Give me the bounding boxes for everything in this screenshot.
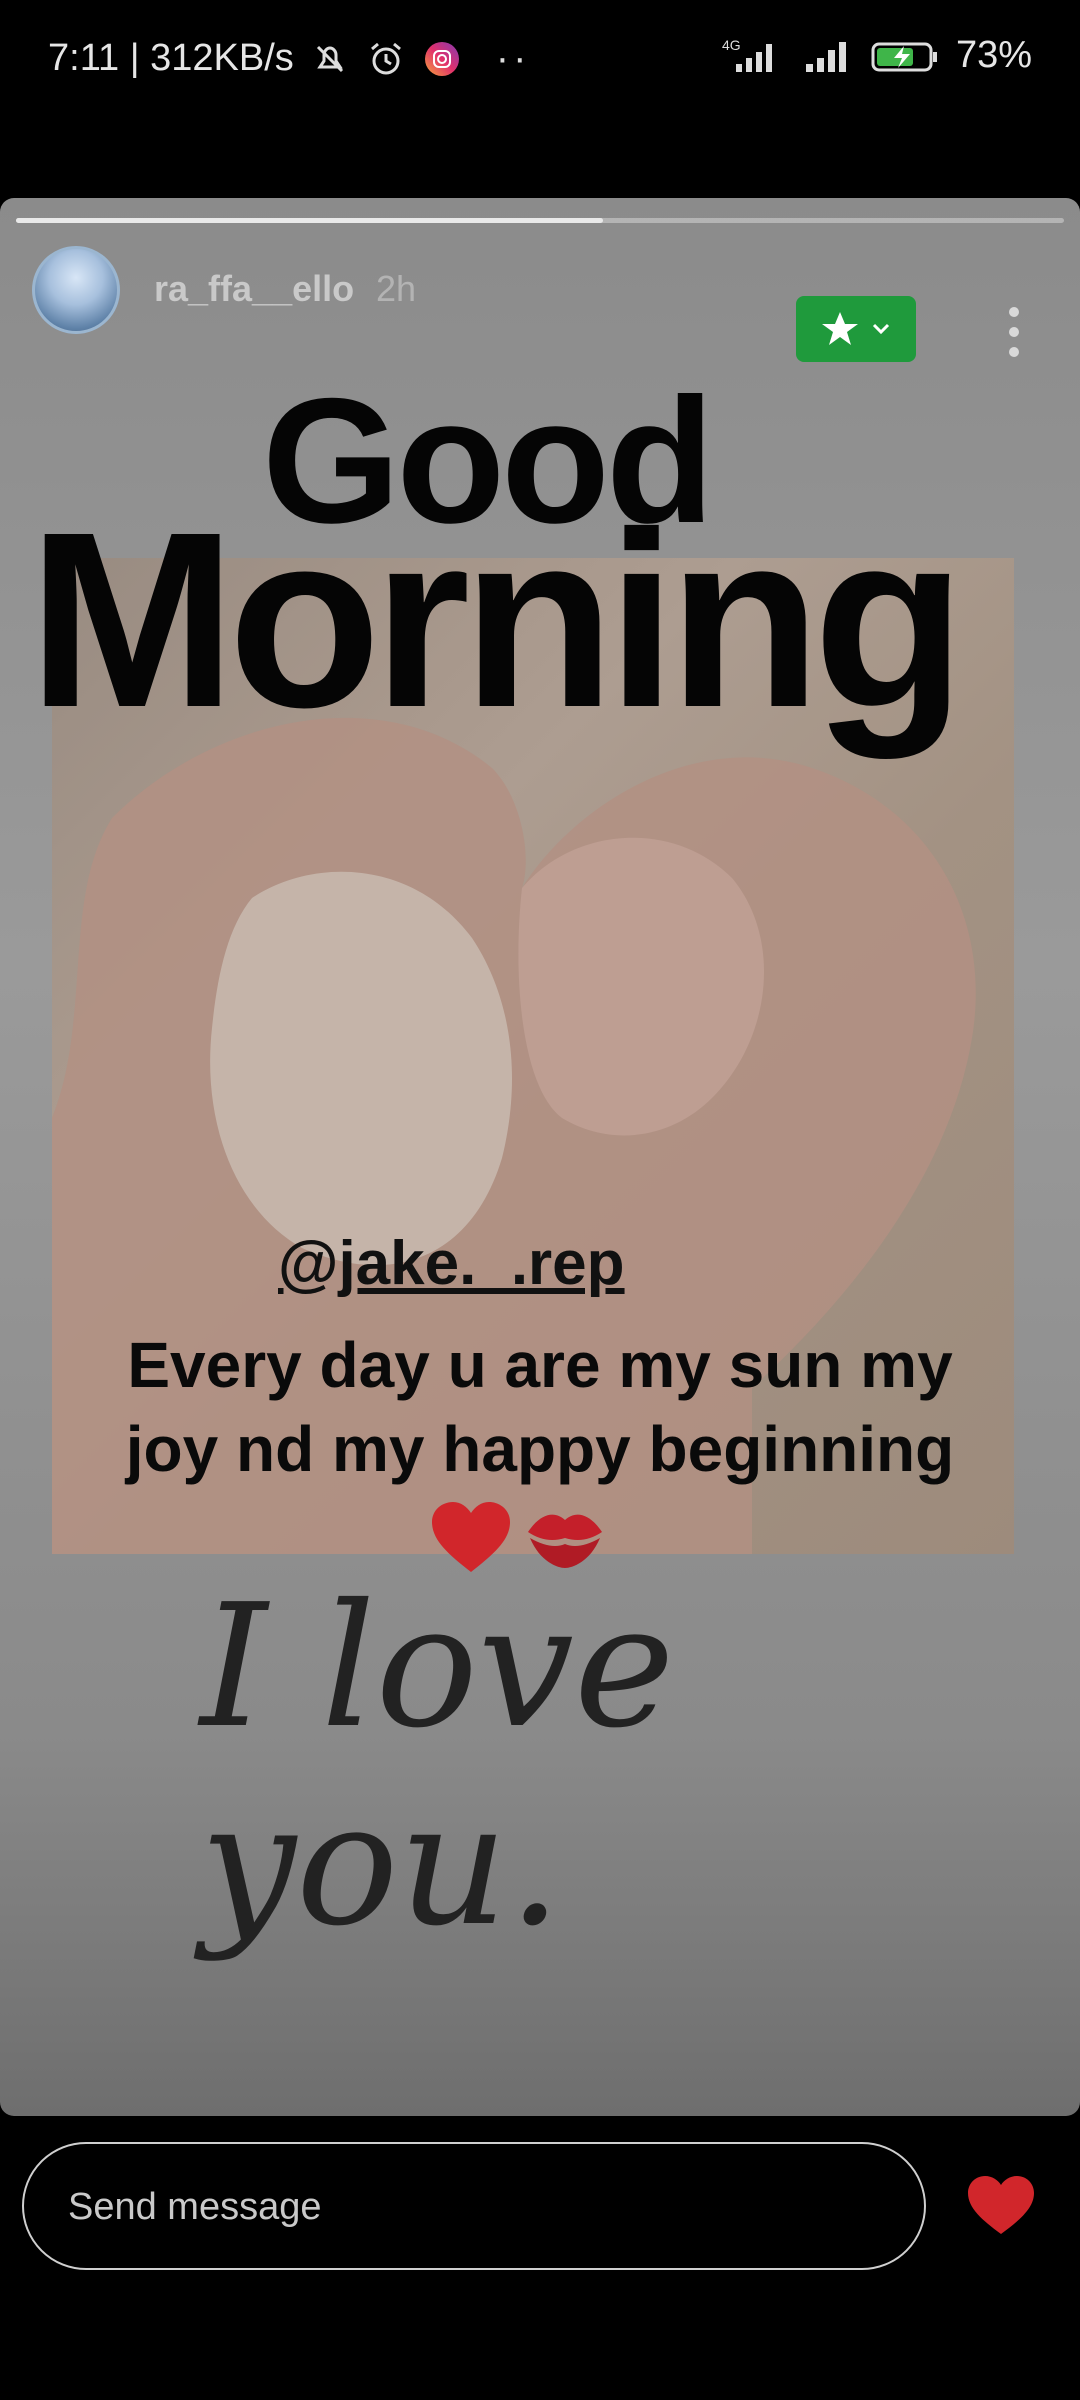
network-label: 4G: [722, 37, 741, 53]
red-heart-emoji: [432, 1502, 510, 1572]
emoji-row: [428, 1498, 608, 1578]
alarm-icon: [370, 42, 401, 74]
i-love-you-script: I love you.: [200, 1568, 675, 1964]
chevron-down-icon: [872, 323, 890, 335]
mute-icon: [316, 45, 343, 72]
signal-4g-icon: 4G: [722, 37, 772, 72]
avatar[interactable]: [32, 246, 120, 334]
story-time-ago: 2h: [376, 268, 417, 309]
more-options-icon[interactable]: [1000, 304, 1028, 360]
mention-link[interactable]: @jake._.rep: [278, 1228, 625, 1299]
like-heart-icon[interactable]: [966, 2174, 1036, 2236]
close-friends-button[interactable]: [796, 296, 916, 362]
star-icon: [822, 312, 858, 345]
status-time-speed: 7:11 | 312KB/s: [48, 37, 294, 79]
story-header: ra_ffa__ello 2h: [0, 238, 1080, 362]
send-message-input[interactable]: Send message: [22, 2142, 926, 2270]
story-viewer[interactable]: Good Morning @jake._.rep Every day u are…: [0, 198, 1080, 2116]
status-right: 4G 73%: [716, 34, 1032, 77]
title-morning: Morning: [28, 480, 966, 759]
story-progress-fill: [16, 218, 603, 223]
signal-icon: [805, 41, 846, 72]
instagram-notification-icon: [424, 41, 459, 76]
status-left: 7:11 | 312KB/s ··: [48, 36, 530, 81]
story-username[interactable]: ra_ffa__ello: [154, 268, 354, 310]
battery-percent: 73%: [955, 34, 1032, 76]
kiss-mark-emoji: [528, 1514, 602, 1568]
battery-charging-icon: [871, 42, 937, 71]
status-bar: 7:11 | 312KB/s ·· 4G 73%: [0, 0, 1080, 120]
send-message-placeholder: Send message: [68, 2186, 322, 2228]
more-notifications-icon: ··: [495, 36, 531, 80]
caption-line-1: Every day u are my sun my: [127, 1329, 953, 1401]
story-progress-bar: [16, 218, 1064, 223]
story-content[interactable]: Good Morning @jake._.rep Every day u are…: [0, 198, 1080, 2116]
caption-line-2: joy nd my happy beginning: [125, 1413, 955, 1485]
